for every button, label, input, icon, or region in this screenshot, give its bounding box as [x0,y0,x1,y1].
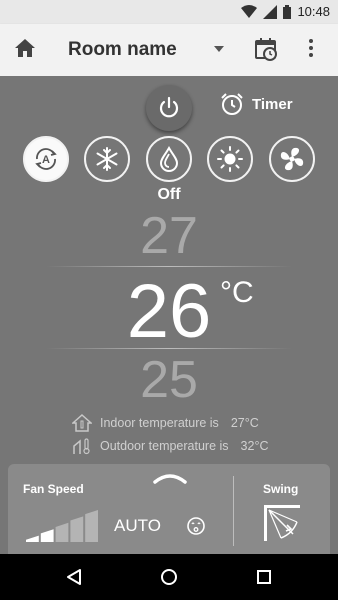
chevron-up-icon[interactable] [153,470,187,484]
back-icon[interactable] [66,568,82,586]
fan-speed-value[interactable]: AUTO [114,516,161,536]
indoor-temperature-value: 27°C [230,416,259,430]
swing-icon[interactable] [263,504,301,542]
mode-cool-button[interactable] [84,136,130,182]
fan-speed-label: Fan Speed [23,482,84,496]
fan-speed-level-bar [85,510,98,542]
mode-auto-button[interactable]: A [23,136,69,182]
temperature-current[interactable]: 26 [0,268,338,355]
quiet-mode-icon[interactable] [186,516,206,536]
power-icon [159,96,179,118]
fan-speed-level-bar [40,529,54,542]
app-bar: Room name [0,24,338,76]
picker-divider-bottom [46,348,292,349]
battery-icon [283,4,292,19]
status-bar: 10:48 [0,0,338,24]
wifi-icon [241,4,258,18]
snowflake-icon [96,147,118,171]
swing-label: Swing [263,482,299,496]
recents-icon[interactable] [256,568,272,586]
indoor-temperature-row: Indoor temperature is 27°C [72,414,259,432]
system-navigation-bar [0,554,338,600]
indoor-house-icon [72,414,92,432]
fan-icon [280,147,304,171]
power-button[interactable] [146,85,192,131]
sun-icon [217,146,243,172]
outdoor-temperature-row: Outdoor temperature is 32°C [72,437,268,455]
temperature-next-up[interactable]: 27 [0,206,338,266]
picker-divider-top [46,266,292,267]
more-vert-icon[interactable] [308,38,314,58]
home-nav-icon[interactable] [160,568,178,586]
schedule-calendar-icon[interactable] [254,37,278,61]
outdoor-temperature-value: 32°C [240,439,269,453]
fan-speed-level-bar [55,522,69,542]
clock-time: 10:48 [297,4,330,19]
fan-speed-bars[interactable] [26,510,98,542]
panel-divider [233,476,234,546]
indoor-temperature-label: Indoor temperature is [100,416,219,430]
fan-speed-level-bar [70,516,84,542]
auto-mode-icon: A [35,148,57,170]
room-name-title[interactable]: Room name [68,39,177,61]
outdoor-thermometer-icon [73,438,90,455]
outdoor-temperature-label: Outdoor temperature is [100,439,229,453]
temperature-unit: °C [220,276,254,309]
water-drop-icon [159,146,179,172]
alarm-clock-icon [221,93,243,115]
timer-label: Timer [252,95,293,113]
mode-fan-button[interactable] [269,136,315,182]
fan-speed-level-bar [26,535,39,542]
svg-text:A: A [42,154,50,166]
mode-dry-button[interactable] [146,136,192,182]
home-icon[interactable] [14,38,36,58]
settings-panel: Fan Speed AUTO Swing [8,464,330,558]
mode-state-label: Off [157,186,181,203]
mode-heat-button[interactable] [207,136,253,182]
timer-button[interactable]: Timer [220,92,293,116]
cellular-signal-icon [263,4,278,19]
temperature-next-down[interactable]: 25 [0,350,338,410]
dropdown-arrow-icon[interactable] [214,46,224,52]
